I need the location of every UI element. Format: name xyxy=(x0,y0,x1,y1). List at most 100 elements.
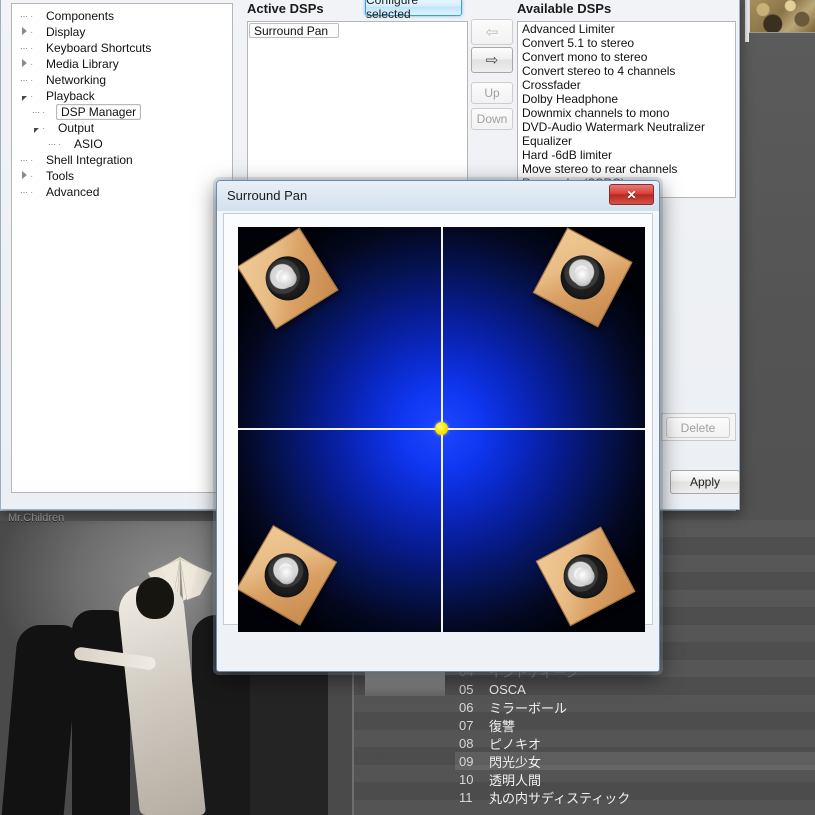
playlist-row[interactable]: 09 閃光少女 xyxy=(455,752,815,770)
playlist-track-title: ミラーボール xyxy=(489,700,568,716)
album-art-thumbnail xyxy=(749,0,815,33)
tree-item-advanced[interactable]: ⋯ · Advanced xyxy=(14,184,230,200)
tree-item-label: Networking xyxy=(46,73,107,87)
available-dsp-item[interactable]: Dolby Headphone xyxy=(518,92,735,106)
tree-item-components[interactable]: ⋯ · Components xyxy=(14,8,230,24)
playlist-track-number: 09 xyxy=(459,753,474,769)
speaker-rear-right xyxy=(521,510,645,632)
playlist-track-number: 08 xyxy=(459,735,474,751)
tree-connector-icon: ⋯ xyxy=(20,155,28,165)
playlist-track-title: 閃光少女 xyxy=(489,754,542,770)
move-left-button[interactable]: ⇦ xyxy=(471,19,513,45)
playlist-track-number: 11 xyxy=(459,789,473,805)
tree-item-label: Playback xyxy=(46,89,95,103)
playlist-row[interactable]: 05 OSCA xyxy=(455,680,815,698)
tree-item-display[interactable]: · Display xyxy=(14,24,230,40)
move-up-button[interactable]: Up xyxy=(471,82,513,104)
available-dsp-item[interactable]: DVD-Audio Watermark Neutralizer xyxy=(518,120,735,134)
playlist[interactable]: 04インドティーン05OSCA06ミラーボール07復讐08ピノキオ09閃光少女1… xyxy=(455,662,815,815)
active-dsps-list[interactable]: Surround Pan xyxy=(247,21,468,198)
tree-connector-icon: ⋯ xyxy=(48,139,56,149)
tree-item-label: Advanced xyxy=(46,185,100,199)
tree-item-output[interactable]: · Output xyxy=(14,120,230,136)
move-down-button[interactable]: Down xyxy=(471,108,513,130)
dialog-footer: OK Cancel xyxy=(217,625,659,671)
playlist-row[interactable]: 11 丸の内サディスティック xyxy=(455,788,815,806)
tree-connector-icon: ⋯ xyxy=(20,75,28,85)
available-dsp-item[interactable]: Downmix channels to mono xyxy=(518,106,735,120)
tree-item-label: Display xyxy=(46,25,86,39)
playlist-row[interactable]: 08 ピノキオ xyxy=(455,734,815,752)
tree-connector: · xyxy=(30,74,35,86)
available-dsp-item[interactable]: Convert mono to stereo xyxy=(518,50,735,64)
available-dsps-list[interactable]: Advanced Limiter Convert 5.1 to stereo Con… xyxy=(517,21,736,198)
tree-connector: · xyxy=(30,170,35,182)
tree-item-shell-integration[interactable]: ⋯ · Shell Integration xyxy=(14,152,230,168)
tree-item-tools[interactable]: · Tools xyxy=(14,168,230,184)
photo-figure xyxy=(1,625,81,815)
speaker-front-left xyxy=(238,227,354,343)
close-icon[interactable]: ✕ xyxy=(609,184,654,205)
playlist-track-title: 復讐 xyxy=(489,718,516,734)
available-dsp-item[interactable]: Crossfader xyxy=(518,78,735,92)
playlist-track-number: 10 xyxy=(459,771,474,787)
playlist-track-title: ピノキオ xyxy=(489,736,542,752)
tree-item-label: DSP Manager xyxy=(56,104,142,120)
move-right-button[interactable]: ⇨ xyxy=(471,47,513,73)
available-dsp-item[interactable]: Convert 5.1 to stereo xyxy=(518,36,735,50)
arrow-right-icon: ⇨ xyxy=(485,52,499,69)
speaker-body xyxy=(238,524,338,626)
active-dsp-item[interactable]: Surround Pan xyxy=(249,23,340,38)
playlist-row[interactable]: 06 ミラーボール xyxy=(455,698,815,716)
speaker-dustcap xyxy=(570,265,595,290)
available-dsps-title: Available DSPs xyxy=(517,1,612,16)
chevron-right-icon xyxy=(18,171,30,181)
delete-button[interactable]: Delete xyxy=(666,417,730,438)
dialog-title: Surround Pan xyxy=(227,188,308,203)
tree-connector: · xyxy=(42,106,47,118)
dialog-titlebar[interactable]: Surround Pan ✕ xyxy=(217,181,659,211)
speaker-body xyxy=(532,227,633,328)
apply-button[interactable]: Apply xyxy=(670,470,740,494)
tree-item-label: Media Library xyxy=(46,57,119,71)
available-dsp-item[interactable]: Advanced Limiter xyxy=(518,22,735,36)
speaker-dustcap xyxy=(275,265,301,291)
speaker-cone xyxy=(555,546,616,607)
tree-connector: · xyxy=(30,26,35,38)
playlist-track-number: 06 xyxy=(459,699,474,715)
playlist-row[interactable]: 07 復讐 xyxy=(455,716,815,734)
tree-item-keyboard-shortcuts[interactable]: ⋯ · Keyboard Shortcuts xyxy=(14,40,230,56)
speaker-cone xyxy=(552,247,613,308)
playlist-track-number: 07 xyxy=(459,717,474,733)
available-dsp-item[interactable]: Equalizer xyxy=(518,134,735,148)
preferences-tree[interactable]: ⋯ · Components · Display ⋯ · Keyboard Shortcuts… xyxy=(11,3,233,493)
chevron-down-icon xyxy=(30,124,42,133)
tree-item-playback[interactable]: · Playback xyxy=(14,88,230,104)
tree-item-asio[interactable]: ⋯ · ASIO xyxy=(14,136,230,152)
chevron-right-icon xyxy=(18,59,30,69)
speaker-dustcap xyxy=(274,563,299,588)
surround-pan-field[interactable] xyxy=(238,227,645,632)
tree-connector: · xyxy=(30,42,35,54)
artist-label: Mr.Children xyxy=(8,512,65,524)
tree-item-dsp-manager[interactable]: ⋯ · DSP Manager xyxy=(14,104,230,120)
configure-selected-button[interactable]: Configure selected xyxy=(365,0,462,21)
playlist-row[interactable]: 10 透明人間 xyxy=(455,770,815,788)
playlist-track-title: 丸の内サディスティック xyxy=(489,790,631,806)
photo-dancer-head xyxy=(136,577,174,619)
pan-position-marker[interactable] xyxy=(435,422,448,435)
chevron-down-icon xyxy=(18,92,30,101)
available-dsp-item[interactable]: Hard -6dB limiter xyxy=(518,148,735,162)
delete-group: Delete xyxy=(661,413,736,441)
tree-item-label: Shell Integration xyxy=(46,153,133,167)
tree-item-label: Tools xyxy=(46,169,75,183)
speaker-body xyxy=(238,227,339,330)
available-dsp-item[interactable]: Move stereo to rear channels xyxy=(518,162,735,176)
tree-item-label: Keyboard Shortcuts xyxy=(46,41,152,55)
tree-item-media-library[interactable]: · Media Library xyxy=(14,56,230,72)
tree-connector-icon: ⋯ xyxy=(20,187,28,197)
available-dsp-item[interactable]: Convert stereo to 4 channels xyxy=(518,64,735,78)
active-dsps-title: Active DSPs xyxy=(247,1,324,16)
speaker-cone xyxy=(257,248,318,309)
tree-item-networking[interactable]: ⋯ · Networking xyxy=(14,72,230,88)
